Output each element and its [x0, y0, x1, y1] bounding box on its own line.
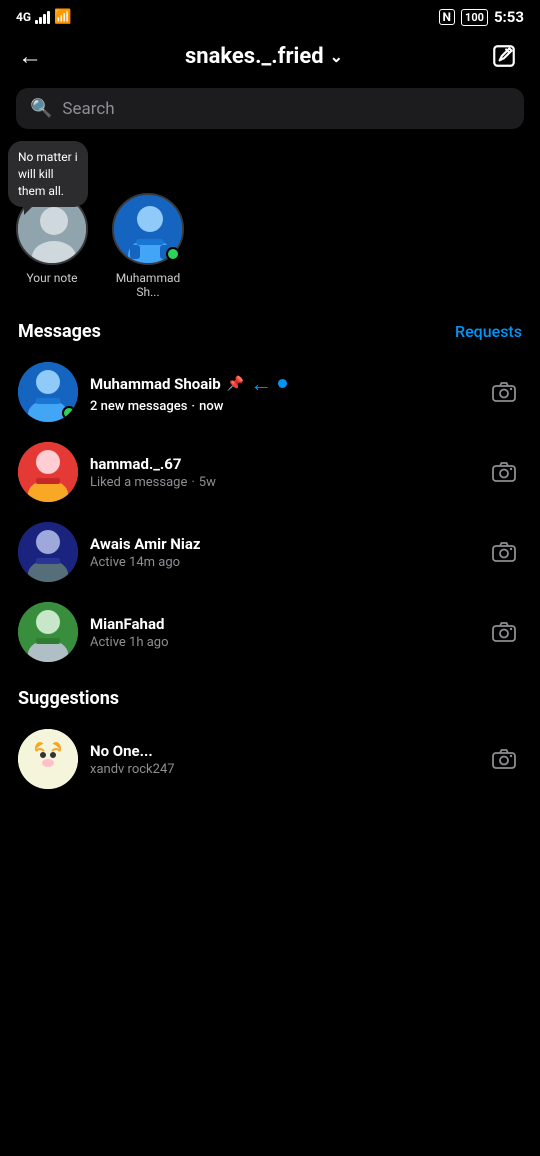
msg-avatar-hammad — [18, 442, 78, 502]
camera-icon-4 — [491, 619, 517, 645]
msg-info-noone: No One... xandv rock247 — [90, 742, 474, 777]
fahad-avatar-figure — [18, 602, 78, 662]
status-bar: 4G 📶 N 100 5:53 — [0, 0, 540, 30]
msg-name-shoaib: Muhammad Shoaib 📌 ← — [90, 371, 474, 397]
camera-icon — [491, 379, 517, 405]
msg-name-noone: No One... — [90, 742, 474, 760]
search-placeholder: Search — [62, 99, 114, 119]
message-item-4[interactable]: MianFahad Active 1h ago — [10, 592, 530, 672]
msg-sub-shoaib: 2 new messages · now — [90, 399, 474, 414]
msg-name-hammad: hammad._.67 — [90, 455, 474, 473]
muhammad-sh-label: Muhammad Sh... — [108, 271, 188, 299]
header-title-group[interactable]: snakes._.fried ⌄ — [185, 44, 343, 69]
time-display: 5:53 — [494, 8, 524, 26]
battery-level: 100 — [465, 11, 484, 24]
message-item-1[interactable]: Muhammad Shoaib 📌 ← 2 new messages · now — [10, 352, 530, 432]
online-indicator — [166, 247, 180, 261]
status-right: N 100 5:53 — [439, 8, 524, 26]
battery-icon: 100 — [461, 9, 488, 26]
msg-name-awais: Awais Amir Niaz — [90, 535, 474, 553]
unread-dot — [278, 379, 287, 388]
search-icon: 🔍 — [30, 98, 52, 119]
suggestions-section: Suggestions No One... — [0, 672, 540, 807]
awais-avatar-figure — [18, 522, 78, 582]
hammad-avatar-figure — [18, 442, 78, 502]
message-item-2[interactable]: hammad._.67 Liked a message · 5w — [10, 432, 530, 512]
back-button[interactable]: ← — [18, 42, 42, 71]
camera-icon-5 — [491, 746, 517, 772]
msg-name-fahad: MianFahad — [90, 615, 474, 633]
chevron-down-icon: ⌄ — [330, 47, 343, 66]
msg-info-hammad: hammad._.67 Liked a message · 5w — [90, 455, 474, 490]
pin-icon: 📌 — [227, 376, 244, 392]
status-left: 4G 📶 — [16, 9, 72, 25]
msg-sub-hammad: Liked a message · 5w — [90, 475, 474, 490]
msg-info-fahad: MianFahad Active 1h ago — [90, 615, 474, 650]
note-bubble: No matter i will kill them all. — [8, 141, 88, 207]
msg-sub-noone: xandv rock247 — [90, 762, 474, 777]
camera-icon-3 — [491, 539, 517, 565]
wifi-icon: 📶 — [54, 9, 71, 25]
camera-button-hammad[interactable] — [486, 454, 522, 490]
arrow-left-icon: ← — [250, 371, 272, 397]
header: ← snakes._.fried ⌄ — [0, 30, 540, 88]
camera-button-shoaib[interactable] — [486, 374, 522, 410]
camera-button-awais[interactable] — [486, 534, 522, 570]
message-item-3[interactable]: Awais Amir Niaz Active 14m ago — [10, 512, 530, 592]
note-bubble-text: No matter i will kill them all. — [18, 150, 78, 198]
notes-row: No matter i will kill them all. Your not… — [0, 193, 540, 315]
msg-avatar-noone — [18, 729, 78, 789]
search-bar[interactable]: 🔍 Search — [16, 88, 524, 129]
search-container: 🔍 Search — [0, 88, 540, 143]
msg-avatar-awais — [18, 522, 78, 582]
messages-section-header: Messages Requests — [0, 315, 540, 352]
requests-link[interactable]: Requests — [455, 322, 522, 341]
msg-info-shoaib: Muhammad Shoaib 📌 ← 2 new messages · now — [90, 371, 474, 414]
account-name: snakes._.fried — [185, 44, 324, 69]
camera-icon-2 — [491, 459, 517, 485]
message-list: Muhammad Shoaib 📌 ← 2 new messages · now — [0, 352, 540, 672]
shoaib-online-dot — [62, 406, 76, 420]
your-note-label: Your note — [26, 271, 77, 285]
msg-avatar-fahad — [18, 602, 78, 662]
camera-button-noone[interactable] — [486, 741, 522, 777]
note-item-muhammad-sh[interactable]: Muhammad Sh... — [108, 193, 188, 299]
carrier-text: 4G — [16, 10, 31, 24]
suggestions-title: Suggestions — [18, 688, 522, 709]
camera-button-fahad[interactable] — [486, 614, 522, 650]
suggestion-item-1[interactable]: No One... xandv rock247 — [18, 719, 522, 799]
signal-icon — [35, 10, 50, 24]
msg-avatar-shoaib — [18, 362, 78, 422]
msg-sub-awais: Active 14m ago — [90, 555, 474, 570]
noone-avatar-figure — [18, 729, 78, 789]
edit-button[interactable] — [486, 38, 522, 74]
messages-title: Messages — [18, 321, 101, 342]
edit-icon — [491, 43, 517, 69]
msg-sub-fahad: Active 1h ago — [90, 635, 474, 650]
nfc-icon: N — [439, 9, 455, 25]
msg-info-awais: Awais Amir Niaz Active 14m ago — [90, 535, 474, 570]
note-item-your-note[interactable]: No matter i will kill them all. Your not… — [16, 193, 88, 285]
